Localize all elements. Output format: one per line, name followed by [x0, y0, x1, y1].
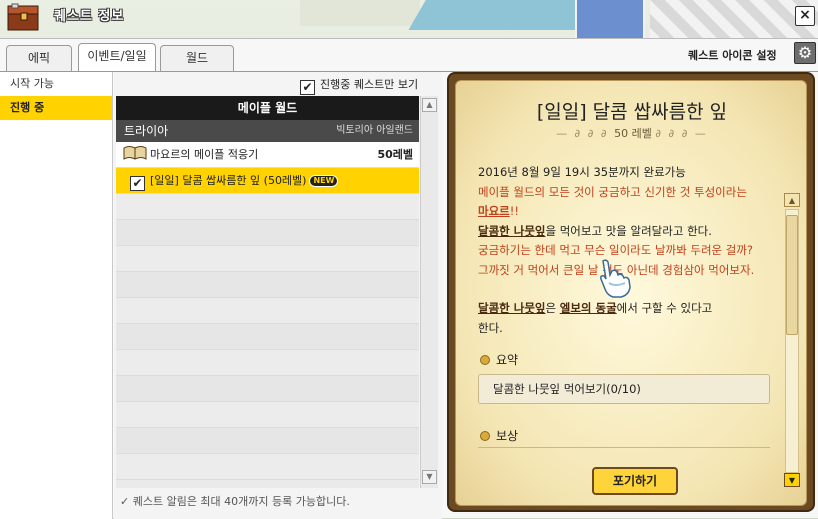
empty-row: [116, 246, 419, 272]
tab-epic[interactable]: 에픽: [6, 45, 72, 71]
empty-row: [116, 324, 419, 350]
empty-row: [116, 298, 419, 324]
list-scrollbar[interactable]: ▲ ▼: [420, 96, 438, 488]
footer-note-text: 퀘스트 알림은 최대 40개까지 등록 가능합니다.: [132, 495, 350, 508]
quest-detail-title: [일일] 달콤 쌉싸름한 잎: [536, 101, 728, 123]
desc-line: 달콤한 나뭇잎은 엘보의 동굴에서 구할 수 있다고: [478, 299, 778, 319]
reward-label: 보상: [496, 429, 519, 443]
give-up-button[interactable]: 포기하기: [592, 467, 678, 495]
window-title: 퀘스트 정보: [54, 9, 125, 24]
quest-icon-setting-label: 퀘스트 아이콘 설정: [688, 49, 777, 62]
quest-status-sidebar: 시작 가능 진행 중: [0, 72, 113, 519]
place-link-end[interactable]: 굴: [606, 301, 617, 315]
new-badge: NEW: [309, 175, 339, 187]
desc-line: 한다.: [478, 320, 503, 335]
empty-row: [116, 350, 419, 376]
summary-label: 요약: [496, 353, 519, 367]
subregion-name: 트라이아: [124, 124, 169, 138]
desc-text: 에서 구할 수 있다고: [616, 301, 713, 315]
tab-event-daily[interactable]: 이벤트/일일: [78, 43, 156, 71]
subregion-header[interactable]: 트라이아 빅토리아 아일랜드: [116, 120, 419, 142]
detail-scrollbar[interactable]: ▲ ▼: [784, 193, 800, 489]
list-item-selected[interactable]: ✔ [일일] 달콤 쌉싸름한 잎 (50레벨) NEW: [116, 168, 419, 194]
desc-text: !!: [509, 204, 519, 218]
quest-list-panel: ✔ 진행중 퀘스트만 보기 메이플 월드 트라이아 빅토리아 아일랜드 마요르의 …: [114, 72, 442, 519]
quest-description: 2016년 8월 9일 19시 35분까지 완료가능 메이플 월드의 모든 것이…: [478, 163, 778, 338]
quest-detail-level: 50 레벨: [614, 127, 652, 140]
place-link[interactable]: 엘보의 동: [560, 301, 606, 315]
empty-row: [116, 402, 419, 428]
check-icon: ✓: [120, 495, 130, 508]
reward-box: [478, 447, 770, 453]
quest-list: 메이플 월드 트라이아 빅토리아 아일랜드 마요르의 메이플 적응기 50레벨 …: [116, 96, 419, 488]
scroll-down-icon[interactable]: ▼: [784, 473, 800, 487]
item-link[interactable]: 달콤한 나뭇잎: [478, 301, 545, 315]
scroll-up-icon[interactable]: ▲: [784, 193, 800, 207]
quest-window: 에픽 이벤트/일일 월드 퀘스트 아이콘 설정 ⚙ 시작 가능 진행 중 ✔ 진행…: [0, 38, 818, 519]
filter-label: 진행중 퀘스트만 보기: [320, 78, 419, 91]
empty-row: [116, 428, 419, 454]
desc-text: 은: [545, 301, 560, 315]
scroll-thumb[interactable]: [786, 215, 798, 335]
checkbox-icon[interactable]: ✔: [130, 176, 145, 191]
quest-detail-level-row: — ∂ ∂ ∂ 50 레벨 ∂ ∂ ∂ —: [456, 125, 808, 141]
hand-cursor-icon: [600, 259, 631, 298]
quest-title: [일일] 달콤 쌉싸름한 잎 (50레벨): [150, 174, 307, 187]
scroll-down-icon[interactable]: ▼: [422, 470, 437, 484]
region-header[interactable]: 메이플 월드: [116, 96, 419, 120]
desc-line: 메이플 월드의 모든 것이 궁금하고 신기한 것 투성이라는: [478, 184, 747, 199]
checkbox-icon[interactable]: ✔: [300, 80, 315, 95]
subregion-area: 빅토리아 아일랜드: [336, 125, 413, 136]
npc-link[interactable]: 마요르: [478, 204, 510, 218]
empty-row: [116, 194, 419, 220]
summary-box: 달콤한 나뭇잎 먹어보기(0/10): [478, 374, 770, 404]
ornament-icon: ∂ ∂ ∂ —: [655, 127, 708, 140]
reward-section-label: 보상: [480, 427, 518, 444]
book-icon: [123, 146, 147, 160]
sidebar-item-in-progress[interactable]: 진행 중: [0, 96, 112, 120]
sidebar-item-startable[interactable]: 시작 가능: [0, 72, 112, 96]
empty-row: [116, 454, 419, 480]
title-bar[interactable]: 퀘스트 정보 ×: [0, 0, 818, 32]
ornament-icon: — ∂ ∂ ∂: [556, 127, 615, 140]
quest-chest-icon: [7, 3, 39, 31]
empty-row: [116, 376, 419, 402]
item-link[interactable]: 달콤한 나뭇잎: [478, 224, 545, 238]
in-progress-only-filter[interactable]: ✔ 진행중 퀘스트만 보기: [300, 76, 418, 95]
desc-line: 달콤한 나뭇잎을 먹어보고 맛을 알려달라고 한다.: [478, 222, 778, 242]
scroll-up-icon[interactable]: ▲: [422, 98, 437, 112]
notification-limit-note: ✓ 퀘스트 알림은 최대 40개까지 등록 가능합니다.: [120, 493, 350, 509]
bullet-icon: [480, 431, 490, 441]
list-item[interactable]: 마요르의 메이플 적응기 50레벨: [116, 142, 419, 168]
empty-row: [116, 220, 419, 246]
bullet-icon: [480, 355, 490, 365]
empty-row: [116, 272, 419, 298]
empty-rows: [116, 194, 419, 480]
close-button[interactable]: ×: [795, 6, 815, 26]
summary-section-label: 요약: [480, 351, 518, 368]
quest-level: 50레벨: [377, 148, 413, 161]
quest-title: 마요르의 메이플 적응기: [150, 148, 259, 161]
desc-line: 마요르!!: [478, 202, 778, 222]
tab-world[interactable]: 월드: [160, 45, 234, 71]
desc-text: 을 먹어보고 맛을 알려달라고 한다.: [545, 223, 712, 238]
gear-icon[interactable]: ⚙: [794, 42, 816, 64]
deadline-text: 2016년 8월 9일 19시 35분까지 완료가능: [478, 165, 686, 179]
